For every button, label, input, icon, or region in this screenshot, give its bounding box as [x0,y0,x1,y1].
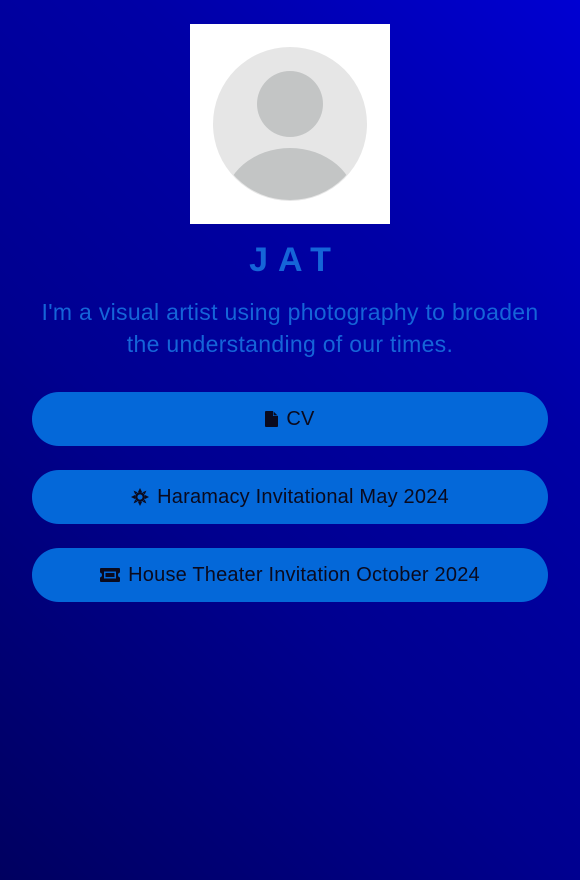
default-user-avatar-icon [213,47,367,201]
profile-avatar [190,24,390,224]
house-theater-invitation-link-label: House Theater Invitation October 2024 [128,563,480,586]
document-icon [265,411,279,427]
haramacy-invitational-link-button[interactable]: Haramacy Invitational May 2024 [32,470,548,524]
house-theater-invitation-link-button[interactable]: House Theater Invitation October 2024 [32,548,548,602]
profile-bio: I'm a visual artist using photography to… [41,299,539,357]
ticket-icon [100,568,121,582]
profile-name: JAT [249,241,341,279]
haramacy-invitational-link-label: Haramacy Invitational May 2024 [157,485,449,508]
cv-link-button[interactable]: CV [32,392,548,446]
cv-link-label: CV [286,407,315,430]
sun-icon [131,488,150,506]
